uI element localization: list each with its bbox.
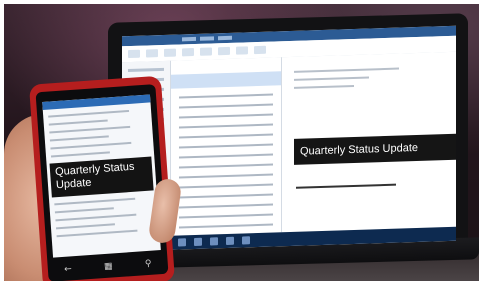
phone-banner: Quarterly Status Update (49, 156, 154, 198)
search-icon: ⚲ (144, 258, 152, 270)
laptop-banner: Quarterly Status Update (294, 133, 456, 165)
windows-icon: ▦ (103, 261, 113, 273)
divider-line (296, 183, 396, 189)
phone-nav-bar: ← ▦ ⚲ (48, 258, 168, 276)
reading-pane: Quarterly Status Update (282, 51, 456, 233)
back-icon: ← (63, 264, 73, 275)
phone-header-bar (42, 94, 151, 110)
phone-bezel: Quarterly Status Update ← ▦ ⚲ (35, 84, 169, 281)
phone: Quarterly Status Update ← ▦ ⚲ (28, 75, 176, 281)
message-list-pane (171, 57, 282, 239)
selected-message-row (171, 71, 281, 89)
phone-screen: Quarterly Status Update (42, 94, 161, 258)
photo: Quarterly Status Update Quarterly Status… (4, 4, 479, 281)
